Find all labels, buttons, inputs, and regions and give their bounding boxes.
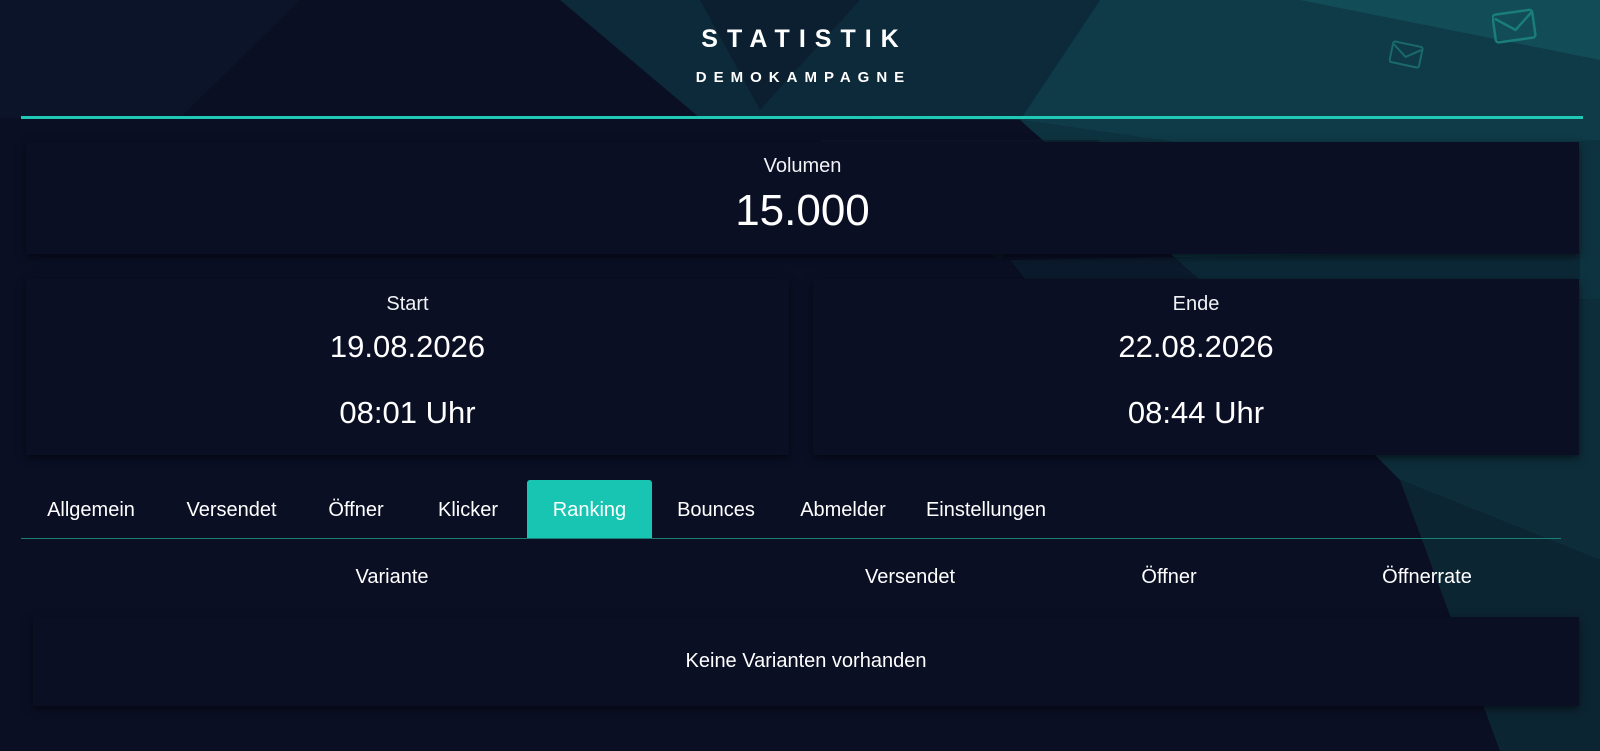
column-header-oeffner: Öffner <box>1141 566 1197 588</box>
end-time: 08:44 Uhr <box>1127 395 1265 430</box>
statistics-page: STATISTIK DEMOKAMPAGNE Volumen 15.000 St… <box>0 0 1600 751</box>
header-divider <box>21 116 1583 119</box>
tab-oeffner[interactable]: Öffner <box>302 480 410 538</box>
column-header-variante: Variante <box>355 566 429 588</box>
start-card: Start 19.08.2026 08:01 Uhr <box>26 279 789 455</box>
statistics-tabs: Allgemein Versendet Öffner Klicker Ranki… <box>21 480 1561 539</box>
column-header-versendet: Versendet <box>864 566 956 588</box>
end-label: Ende <box>1172 293 1220 315</box>
empty-table-message: Keine Varianten vorhanden <box>33 617 1579 706</box>
tab-bounces[interactable]: Bounces <box>652 480 780 538</box>
start-label: Start <box>386 293 429 315</box>
volume-value: 15.000 <box>735 186 870 235</box>
end-date: 22.08.2026 <box>1118 329 1274 364</box>
column-header-oeffnerrate: Öffnerrate <box>1382 566 1472 588</box>
start-date: 19.08.2026 <box>329 329 486 364</box>
tab-einstellungen[interactable]: Einstellungen <box>906 480 1066 538</box>
volume-label: Volumen <box>763 155 842 177</box>
volume-card: Volumen 15.000 <box>26 142 1579 254</box>
campaign-name: DEMOKAMPAGNE <box>695 69 912 86</box>
page-title: STATISTIK <box>701 25 908 53</box>
tab-ranking[interactable]: Ranking <box>527 480 652 538</box>
tab-abmelder[interactable]: Abmelder <box>780 480 906 538</box>
tab-klicker[interactable]: Klicker <box>410 480 526 538</box>
end-card: Ende 22.08.2026 08:44 Uhr <box>813 279 1579 455</box>
start-time: 08:01 Uhr <box>339 395 476 430</box>
page-header: STATISTIK DEMOKAMPAGNE <box>0 0 1600 118</box>
tab-allgemein[interactable]: Allgemein <box>21 480 161 538</box>
tab-versendet[interactable]: Versendet <box>161 480 302 538</box>
